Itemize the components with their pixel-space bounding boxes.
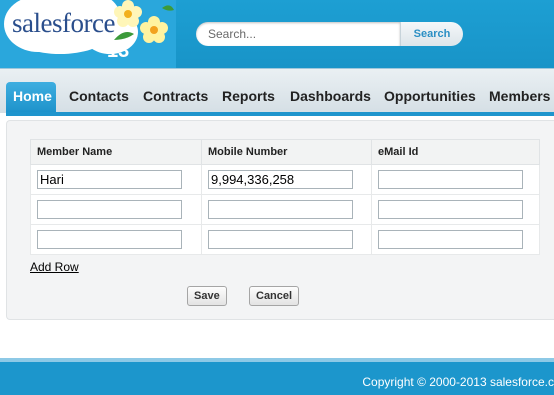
add-row-link[interactable]: Add Row — [30, 260, 79, 274]
member-name-input[interactable] — [37, 230, 182, 249]
column-header-email-id: eMail Id — [371, 139, 540, 165]
cancel-button[interactable]: Cancel — [249, 286, 300, 306]
mobile-number-input[interactable] — [208, 230, 353, 249]
member-name-input[interactable] — [37, 170, 182, 189]
tab-opportunities[interactable]: Opportunities — [384, 82, 476, 112]
tab-contacts[interactable]: Contacts — [69, 82, 129, 112]
logo-version: 13 — [107, 40, 130, 62]
table-header-row: Member Name Mobile Number eMail Id — [30, 139, 540, 165]
email-id-input[interactable] — [378, 230, 523, 249]
tab-contracts[interactable]: Contracts — [143, 82, 208, 112]
table-row — [30, 194, 540, 225]
members-table: Member Name Mobile Number eMail Id — [30, 139, 540, 255]
search-button[interactable]: Search — [400, 22, 463, 46]
email-id-input[interactable] — [378, 170, 523, 189]
table-row — [30, 224, 540, 255]
tab-reports[interactable]: Reports — [222, 82, 275, 112]
mobile-number-input[interactable] — [208, 200, 353, 219]
table-row — [30, 164, 540, 195]
copyright-text: Copyright © 2000-2013 salesforce.c — [362, 375, 554, 389]
column-header-mobile-number: Mobile Number — [201, 139, 372, 165]
email-id-input[interactable] — [378, 200, 523, 219]
search-input[interactable] — [196, 22, 400, 46]
mobile-number-input[interactable] — [208, 170, 353, 189]
member-name-input[interactable] — [37, 200, 182, 219]
tab-home[interactable]: Home — [6, 82, 56, 112]
column-header-member-name: Member Name — [30, 139, 202, 165]
tab-dashboards[interactable]: Dashboards — [290, 82, 371, 112]
save-button[interactable]: Save — [187, 286, 227, 306]
salesforce-logo[interactable]: salesforce 13 — [0, 0, 176, 68]
logo-wordmark: salesforce — [12, 8, 115, 38]
tab-underline — [6, 112, 554, 116]
tab-members[interactable]: Members — [489, 82, 550, 112]
